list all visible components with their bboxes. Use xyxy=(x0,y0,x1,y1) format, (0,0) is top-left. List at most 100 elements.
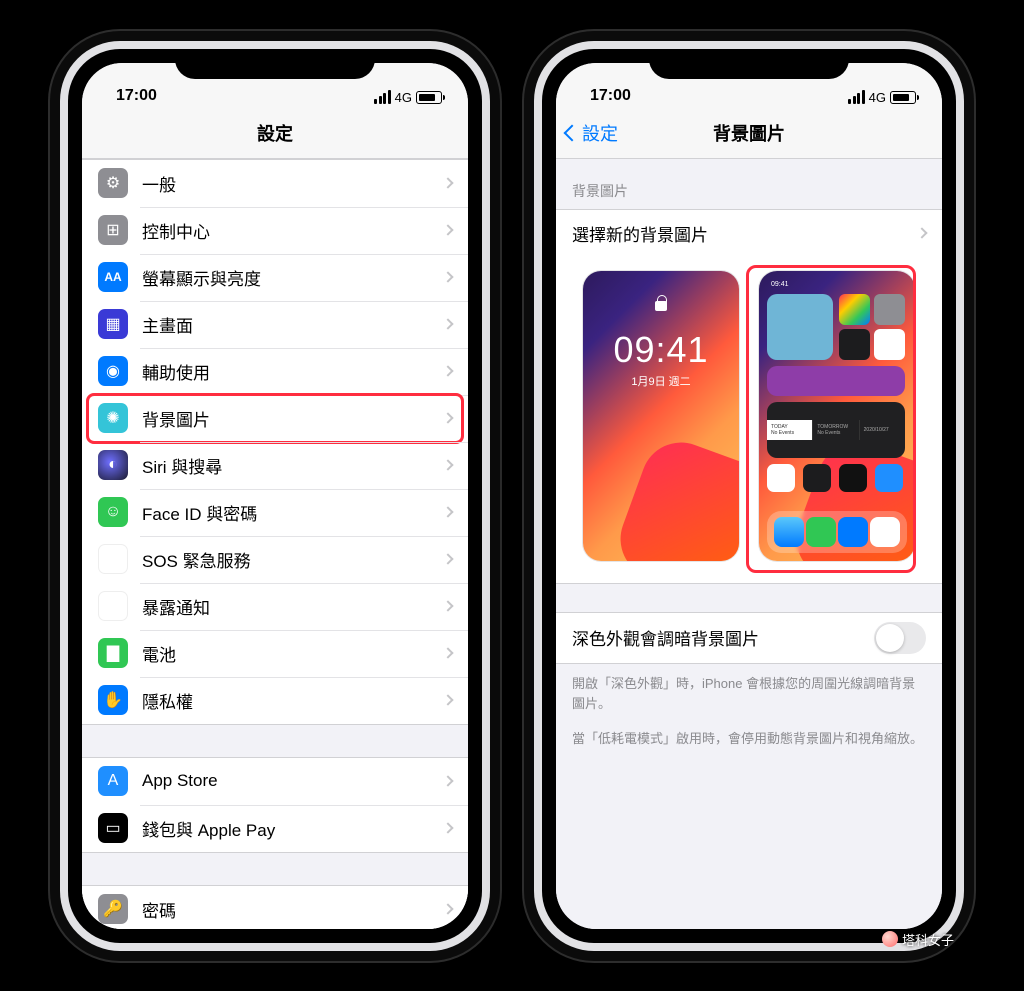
row-label: 錢包與 Apple Pay xyxy=(142,816,444,841)
row-label: 電池 xyxy=(142,641,444,666)
row-label: 主畫面 xyxy=(142,312,444,337)
screen-wallpaper: 17:00 4G 設定 背景圖片 背景圖片 xyxy=(556,63,942,929)
general-icon: ⚙︎ xyxy=(98,168,128,198)
dark-dim-label: 深色外觀會調暗背景圖片 xyxy=(572,625,759,650)
back-button[interactable]: 設定 xyxy=(566,109,618,158)
batt-icon: ▇ xyxy=(98,638,128,668)
lock-time: 09:41 xyxy=(583,329,739,371)
watermark-text: 塔科女子 xyxy=(902,930,954,949)
pass-icon: 🔑 xyxy=(98,894,128,924)
notch xyxy=(649,49,849,79)
chevron-right-icon xyxy=(442,775,453,786)
chevron-right-icon xyxy=(442,224,453,235)
footer-note-2: 當「低耗電模式」啟用時，會停用動態背景圖片和視角縮放。 xyxy=(556,725,942,760)
wallet-icon: ▭ xyxy=(98,813,128,843)
phone-left: 17:00 4G 設定 ⚙︎ 一般 ⊞ 控制中心 AA 螢幕顯示與亮度 ▦ 主畫面 ◉ 輔助使用 ✺… xyxy=(50,31,500,961)
wallpaper-content[interactable]: 背景圖片 選擇新的背景圖片 09:41 xyxy=(556,159,942,929)
chevron-right-icon xyxy=(442,271,453,282)
chevron-right-icon xyxy=(442,647,453,658)
row-accessibility[interactable]: ◉ 輔助使用 xyxy=(82,348,468,395)
row-wallpaper[interactable]: ✺ 背景圖片 xyxy=(82,395,468,442)
row-label: 暴露通知 xyxy=(142,594,444,619)
cc-icon: ⊞ xyxy=(98,215,128,245)
chevron-right-icon xyxy=(916,227,927,238)
row-label: SOS 緊急服務 xyxy=(142,547,444,572)
watermark-icon xyxy=(882,931,898,947)
row-label: Siri 與搜尋 xyxy=(142,453,444,478)
chevron-right-icon xyxy=(442,412,453,423)
network-label: 4G xyxy=(869,90,886,105)
row-label: 螢幕顯示與亮度 xyxy=(142,265,444,290)
disp-icon: AA xyxy=(98,262,128,292)
access-icon: ◉ xyxy=(98,356,128,386)
dark-dim-switch[interactable] xyxy=(874,622,926,654)
as-icon: A xyxy=(98,766,128,796)
nav-bar: 設定 背景圖片 xyxy=(556,109,942,159)
chevron-right-icon xyxy=(442,553,453,564)
choose-wallpaper-row[interactable]: 選擇新的背景圖片 xyxy=(556,210,942,257)
dark-dim-toggle-row[interactable]: 深色外觀會調暗背景圖片 xyxy=(556,613,942,663)
row-control-center[interactable]: ⊞ 控制中心 xyxy=(82,207,468,254)
choose-wallpaper-label: 選擇新的背景圖片 xyxy=(572,221,918,246)
row-faceid[interactable]: ☺ Face ID 與密碼 xyxy=(82,489,468,536)
lock-icon xyxy=(655,295,667,311)
page-title: 背景圖片 xyxy=(713,120,785,146)
row-siri[interactable]: ◐ Siri 與搜尋 xyxy=(82,442,468,489)
network-label: 4G xyxy=(395,90,412,105)
row-label: 密碼 xyxy=(142,897,444,922)
phone-right: 17:00 4G 設定 背景圖片 背景圖片 xyxy=(524,31,974,961)
lock-date: 1月9日 週二 xyxy=(583,373,739,389)
back-label: 設定 xyxy=(582,120,618,146)
row-sos[interactable]: SOS SOS 緊急服務 xyxy=(82,536,468,583)
home-icon: ▦ xyxy=(98,309,128,339)
row-wallet[interactable]: ▭ 錢包與 Apple Pay xyxy=(82,805,468,852)
status-time: 17:00 xyxy=(590,87,631,105)
battery-icon xyxy=(890,91,916,104)
row-display[interactable]: AA 螢幕顯示與亮度 xyxy=(82,254,468,301)
row-appstore[interactable]: A App Store xyxy=(82,758,468,805)
highlight-home-preview xyxy=(746,265,916,573)
row-label: 一般 xyxy=(142,171,444,196)
section-header: 背景圖片 xyxy=(556,159,942,209)
notch xyxy=(175,49,375,79)
row-battery[interactable]: ▇ 電池 xyxy=(82,630,468,677)
chevron-right-icon xyxy=(442,459,453,470)
signal-icon xyxy=(848,90,865,104)
row-general[interactable]: ⚙︎ 一般 xyxy=(82,160,468,207)
exp-icon: ✱ xyxy=(98,591,128,621)
row-label: Face ID 與密碼 xyxy=(142,500,444,525)
signal-icon xyxy=(374,90,391,104)
status-time: 17:00 xyxy=(116,87,157,105)
row-label: 控制中心 xyxy=(142,218,444,243)
wallpaper-previews: 09:41 1月9日 週二 09:41 xyxy=(556,257,942,583)
face-icon: ☺ xyxy=(98,497,128,527)
row-exposure[interactable]: ✱ 暴露通知 xyxy=(82,583,468,630)
nav-bar: 設定 xyxy=(82,109,468,159)
chevron-right-icon xyxy=(442,318,453,329)
footer-note-1: 開啟「深色外觀」時，iPhone 會根據您的周圍光線調暗背景圖片。 xyxy=(556,664,942,726)
siri-icon: ◐ xyxy=(98,450,128,480)
row-label: 隱私權 xyxy=(142,688,444,713)
battery-icon xyxy=(416,91,442,104)
page-title: 設定 xyxy=(257,120,293,146)
row-passwords[interactable]: 🔑 密碼 xyxy=(82,886,468,929)
chevron-right-icon xyxy=(442,177,453,188)
wall-icon: ✺ xyxy=(98,403,128,433)
row-privacy[interactable]: ✋ 隱私權 xyxy=(82,677,468,724)
chevron-right-icon xyxy=(442,506,453,517)
row-label: 輔助使用 xyxy=(142,359,444,384)
watermark: 塔科女子 xyxy=(882,930,954,949)
screen-settings: 17:00 4G 設定 ⚙︎ 一般 ⊞ 控制中心 AA 螢幕顯示與亮度 ▦ 主畫面 ◉ 輔助使用 ✺… xyxy=(82,63,468,929)
chevron-right-icon xyxy=(442,600,453,611)
lock-screen-preview[interactable]: 09:41 1月9日 週二 xyxy=(583,271,739,561)
chevron-right-icon xyxy=(442,694,453,705)
priv-icon: ✋ xyxy=(98,685,128,715)
row-label: App Store xyxy=(142,771,444,791)
settings-list[interactable]: ⚙︎ 一般 ⊞ 控制中心 AA 螢幕顯示與亮度 ▦ 主畫面 ◉ 輔助使用 ✺ 背景圖片 ◐ Siri 與搜… xyxy=(82,159,468,929)
sos-icon: SOS xyxy=(98,544,128,574)
chevron-right-icon xyxy=(442,822,453,833)
chevron-right-icon xyxy=(442,903,453,914)
chevron-right-icon xyxy=(442,365,453,376)
row-home-screen[interactable]: ▦ 主畫面 xyxy=(82,301,468,348)
row-label: 背景圖片 xyxy=(142,406,444,431)
